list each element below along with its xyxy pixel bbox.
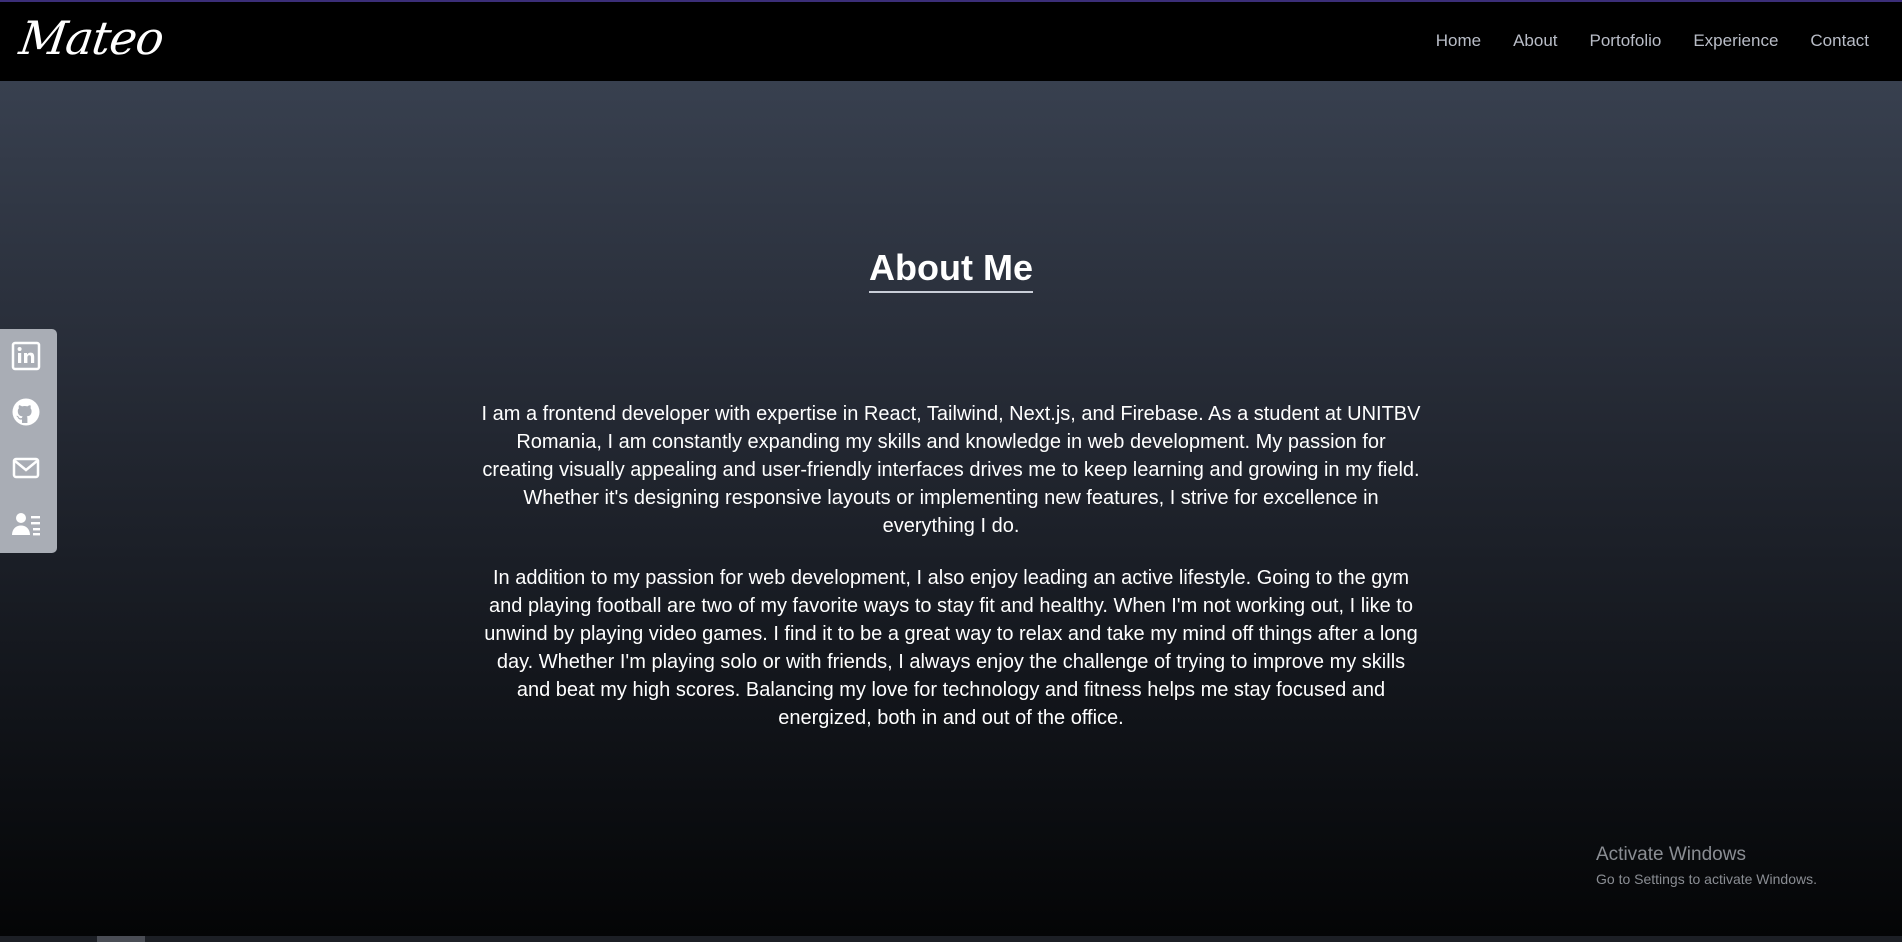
about-title: About Me	[0, 245, 1902, 293]
about-paragraph-2: In addition to my passion for web develo…	[484, 567, 1418, 729]
scrollbar-thumb[interactable]	[97, 936, 145, 942]
nav-contact[interactable]: Contact	[1810, 30, 1869, 52]
horizontal-scrollbar[interactable]	[0, 936, 1902, 942]
activate-title: Activate Windows	[1596, 844, 1746, 865]
about-text: I am a frontend developer with expertise…	[478, 400, 1424, 756]
nav-about[interactable]: About	[1513, 30, 1557, 52]
mail-icon[interactable]	[11, 453, 41, 483]
logo[interactable]: Mateo	[16, 8, 167, 68]
github-icon[interactable]	[11, 397, 41, 427]
nav-portofolio[interactable]: Portofolio	[1590, 30, 1662, 52]
social-links-bar	[0, 329, 57, 553]
page: Mateo Home About Portofolio Experience C…	[0, 0, 1902, 942]
activate-windows-watermark: Activate Windows Go to Settings to activ…	[1596, 843, 1817, 889]
activate-subtitle: Go to Settings to activate Windows.	[1596, 871, 1817, 887]
nav-menu: Home About Portofolio Experience Contact	[1404, 30, 1869, 52]
linkedin-icon[interactable]	[11, 341, 41, 371]
about-paragraph-1: I am a frontend developer with expertise…	[481, 403, 1421, 537]
nav-experience[interactable]: Experience	[1693, 30, 1778, 52]
nav-home[interactable]: Home	[1436, 30, 1481, 52]
resume-icon[interactable]	[11, 509, 41, 539]
top-navbar: Mateo Home About Portofolio Experience C…	[0, 0, 1902, 81]
about-heading: About Me	[869, 245, 1033, 293]
